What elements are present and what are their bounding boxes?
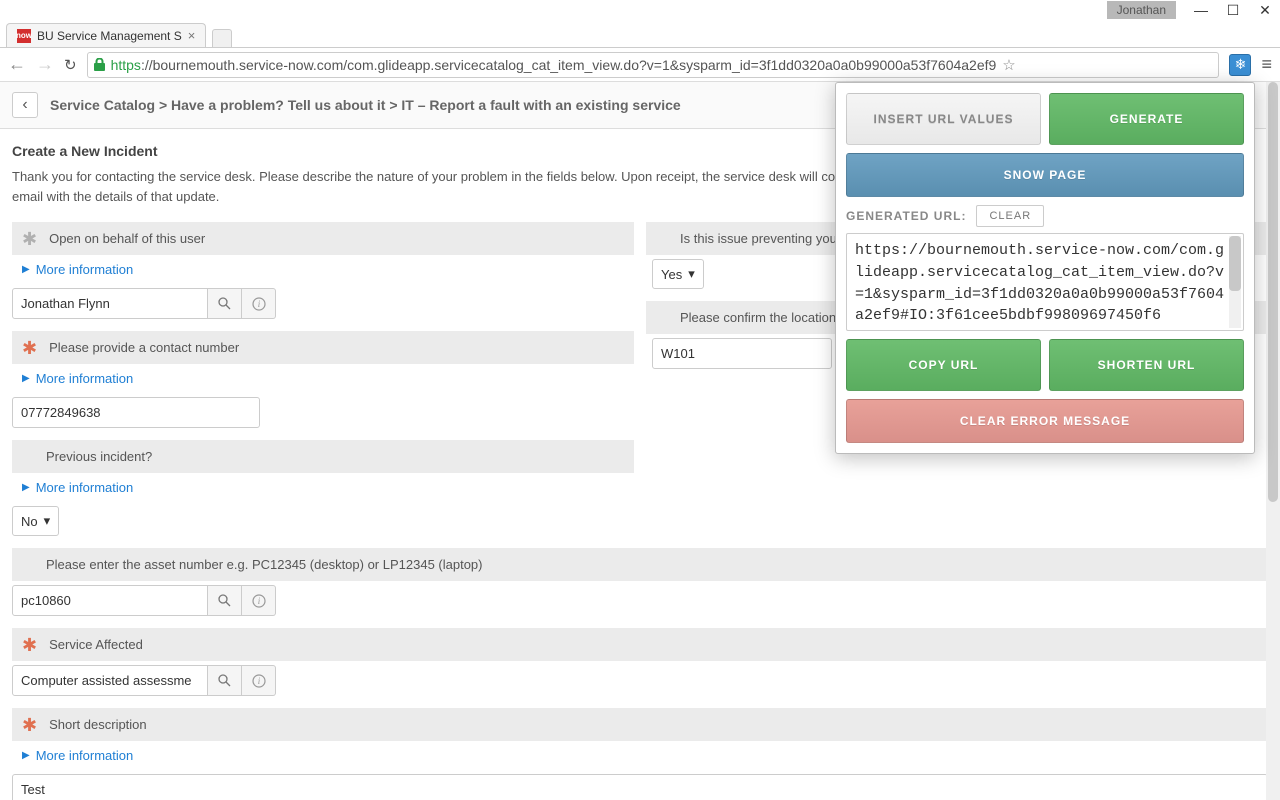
- url-text: https://bournemouth.service-now.com/com.…: [111, 57, 997, 73]
- field-header-previous: Previous incident?: [12, 440, 634, 473]
- snow-page-button[interactable]: SNOW PAGE: [846, 153, 1244, 197]
- address-bar[interactable]: https://bournemouth.service-now.com/com.…: [87, 52, 1220, 78]
- tab-title: BU Service Management S: [37, 29, 182, 43]
- field-label: Previous incident?: [46, 449, 152, 464]
- clear-button[interactable]: CLEAR: [976, 205, 1044, 227]
- lookup-search-button[interactable]: [208, 665, 242, 696]
- insert-url-values-button[interactable]: INSERT URL VALUES: [846, 93, 1041, 145]
- lookup-info-button[interactable]: i: [242, 585, 276, 616]
- asterisk-required-icon: ✱: [22, 639, 37, 651]
- copy-url-button[interactable]: COPY URL: [846, 339, 1041, 391]
- field-header-open-behalf: ✱ Open on behalf of this user: [12, 222, 634, 255]
- asset-input[interactable]: [12, 585, 208, 616]
- textarea-scrollbar[interactable]: [1229, 236, 1241, 328]
- back-icon[interactable]: ←: [8, 54, 26, 75]
- short-description-input[interactable]: [12, 774, 1268, 800]
- preventing-work-select[interactable]: Yes▾: [652, 259, 704, 289]
- chevron-down-icon: ▾: [688, 266, 695, 282]
- location-input[interactable]: [652, 338, 832, 369]
- asterisk-icon: ✱: [22, 233, 37, 245]
- generate-button[interactable]: GENERATE: [1049, 93, 1244, 145]
- field-label: Service Affected: [49, 637, 143, 652]
- lookup-info-button[interactable]: i: [242, 288, 276, 319]
- svg-text:i: i: [257, 596, 260, 606]
- browser-toolbar: ← → ↻ https://bournemouth.service-now.co…: [0, 48, 1280, 82]
- chevron-down-icon: ▾: [44, 513, 51, 529]
- generated-url-textarea[interactable]: https://bournemouth.service-now.com/com.…: [846, 233, 1244, 331]
- tab-bar: now BU Service Management S ×: [0, 20, 1280, 48]
- forward-icon[interactable]: →: [36, 54, 54, 75]
- more-info-link[interactable]: ▶More information: [12, 741, 1268, 770]
- field-label: Short description: [49, 717, 147, 732]
- previous-incident-select[interactable]: No▾: [12, 506, 59, 536]
- breadcrumb: Service Catalog > Have a problem? Tell u…: [50, 97, 681, 113]
- field-header-short-desc: ✱ Short description: [12, 708, 1268, 741]
- asterisk-required-icon: ✱: [22, 342, 37, 354]
- favicon-icon: now: [17, 29, 31, 43]
- chevron-right-icon: ▶: [22, 264, 30, 275]
- more-info-link[interactable]: ▶More information: [12, 255, 634, 284]
- chevron-right-icon: ▶: [22, 482, 30, 493]
- hamburger-menu-icon[interactable]: ≡: [1261, 54, 1272, 75]
- maximize-icon[interactable]: ☐: [1226, 3, 1240, 17]
- minimize-icon[interactable]: —: [1194, 3, 1208, 17]
- field-header-contact: ✱ Please provide a contact number: [12, 331, 634, 364]
- open-behalf-input[interactable]: [12, 288, 208, 319]
- lock-icon: [94, 58, 105, 71]
- field-label: Please enter the asset number e.g. PC123…: [46, 557, 483, 572]
- service-affected-input[interactable]: [12, 665, 208, 696]
- page-back-button[interactable]: ‹: [12, 92, 38, 118]
- scrollbar-thumb[interactable]: [1268, 82, 1278, 502]
- field-header-service: ✱ Service Affected: [12, 628, 1268, 661]
- bookmark-star-icon[interactable]: ☆: [1002, 56, 1015, 74]
- browser-tab[interactable]: now BU Service Management S ×: [6, 23, 206, 47]
- field-label: Open on behalf of this user: [49, 231, 205, 246]
- field-header-asset: Please enter the asset number e.g. PC123…: [12, 548, 1268, 581]
- chevron-right-icon: ▶: [22, 750, 30, 761]
- window-titlebar: Jonathan — ☐ ✕: [0, 0, 1280, 20]
- field-label: Please provide a contact number: [49, 340, 239, 355]
- generated-url-label: GENERATED URL:: [846, 209, 966, 223]
- page-scrollbar[interactable]: [1266, 82, 1280, 800]
- clear-error-button[interactable]: CLEAR ERROR MESSAGE: [846, 399, 1244, 443]
- extension-popup: INSERT URL VALUES GENERATE SNOW PAGE GEN…: [835, 82, 1255, 454]
- close-window-icon[interactable]: ✕: [1258, 3, 1272, 17]
- lookup-info-button[interactable]: i: [242, 665, 276, 696]
- scrollbar-thumb[interactable]: [1229, 236, 1241, 291]
- lookup-search-button[interactable]: [208, 288, 242, 319]
- reload-icon[interactable]: ↻: [64, 56, 77, 74]
- svg-text:i: i: [257, 299, 260, 309]
- close-tab-icon[interactable]: ×: [188, 28, 196, 43]
- svg-text:i: i: [257, 676, 260, 686]
- more-info-link[interactable]: ▶More information: [12, 364, 634, 393]
- user-badge: Jonathan: [1107, 1, 1176, 19]
- contact-number-input[interactable]: [12, 397, 260, 428]
- extension-icon[interactable]: ❄: [1229, 54, 1251, 76]
- lookup-search-button[interactable]: [208, 585, 242, 616]
- asterisk-required-icon: ✱: [22, 719, 37, 731]
- chevron-right-icon: ▶: [22, 373, 30, 384]
- new-tab-button[interactable]: [212, 29, 232, 47]
- shorten-url-button[interactable]: SHORTEN URL: [1049, 339, 1244, 391]
- field-label: Please confirm the location: [680, 310, 836, 325]
- more-info-link[interactable]: ▶More information: [12, 473, 634, 502]
